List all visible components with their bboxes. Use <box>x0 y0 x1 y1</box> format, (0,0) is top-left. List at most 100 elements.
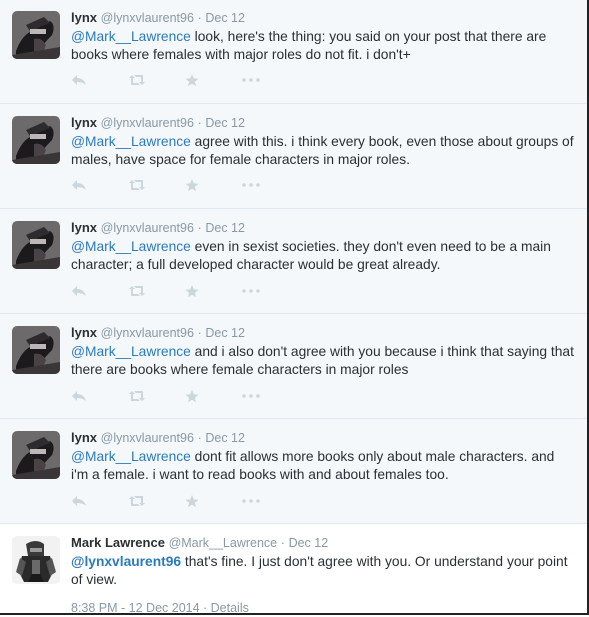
mention-link[interactable]: @Mark__Lawrence <box>71 134 191 149</box>
favorite-button[interactable] <box>185 175 242 195</box>
reply-icon <box>72 180 86 190</box>
tweet-actions <box>71 281 299 301</box>
retweet-button[interactable] <box>128 281 185 301</box>
tweet-timestamp[interactable]: Dec 12 <box>205 431 245 445</box>
reply-icon <box>72 391 86 401</box>
avatar[interactable] <box>12 536 60 584</box>
reply-icon <box>72 75 86 85</box>
reply-button[interactable] <box>71 491 128 511</box>
avatar[interactable] <box>12 116 60 164</box>
separator: · <box>197 326 202 340</box>
retweet-icon <box>129 180 145 190</box>
favorite-star-icon <box>185 284 199 297</box>
masked-figure-avatar <box>12 11 60 59</box>
tweet-timestamp[interactable]: Dec 12 <box>205 326 245 340</box>
author-handle[interactable]: @lynxvlaurent96 <box>101 11 194 25</box>
favorite-star-icon <box>185 178 199 191</box>
more-button[interactable] <box>242 281 299 301</box>
masked-figure-avatar <box>12 431 60 479</box>
tweet-details-timestamp[interactable]: 8:38 PM - 12 Dec 2014 · Details <box>71 601 249 613</box>
reply-button[interactable] <box>71 70 128 90</box>
favorite-star-icon <box>185 494 199 507</box>
author-handle[interactable]: @Mark__Lawrence <box>169 536 278 550</box>
favorite-button[interactable] <box>185 491 242 511</box>
tweet-timestamp[interactable]: Dec 12 <box>205 221 245 235</box>
mention-link[interactable]: @Mark__Lawrence <box>71 29 191 44</box>
armored-figure-avatar <box>12 536 60 584</box>
author-handle[interactable]: @lynxvlaurent96 <box>101 431 194 445</box>
separator: · <box>280 536 285 550</box>
more-options-icon <box>242 78 260 82</box>
more-options-icon <box>242 394 260 398</box>
author-name[interactable]: lynx <box>71 10 97 25</box>
conversation-thread: lynx @lynxvlaurent96 · Dec 12 @Mark__Law… <box>0 0 589 615</box>
mention-link[interactable]: @Mark__Lawrence <box>71 449 191 464</box>
separator: · <box>197 116 202 130</box>
more-options-icon <box>242 499 260 503</box>
masked-figure-avatar <box>12 221 60 269</box>
tweet-text: @Mark__Lawrence agree with this. i think… <box>71 133 575 169</box>
reply-tweet[interactable]: lynx @lynxvlaurent96 · Dec 12 @Mark__Law… <box>0 0 587 104</box>
tweet-actions <box>71 491 299 511</box>
reply-icon <box>72 496 86 506</box>
author-name[interactable]: lynx <box>71 220 97 235</box>
more-button[interactable] <box>242 491 299 511</box>
more-button[interactable] <box>242 175 299 195</box>
separator: · <box>197 431 202 445</box>
author-name[interactable]: lynx <box>71 325 97 340</box>
more-options-icon <box>242 183 260 187</box>
tweet-text: @lynxvlaurent96 that's fine. I just don'… <box>71 553 575 589</box>
favorite-button[interactable] <box>185 281 242 301</box>
avatar[interactable] <box>12 431 60 479</box>
favorite-button[interactable] <box>185 70 242 90</box>
separator: · <box>197 221 202 235</box>
tweet-text: @Mark__Lawrence even in sexist societies… <box>71 238 575 274</box>
retweet-button[interactable] <box>128 175 185 195</box>
author-handle[interactable]: @lynxvlaurent96 <box>101 221 194 235</box>
focused-tweet[interactable]: Mark Lawrence @Mark__Lawrence · Dec 12 @… <box>0 524 587 613</box>
favorite-button[interactable] <box>185 386 242 406</box>
tweet-text: @Mark__Lawrence and i also don't agree w… <box>71 343 575 379</box>
separator: · <box>197 11 202 25</box>
reply-button[interactable] <box>71 175 128 195</box>
avatar[interactable] <box>12 326 60 374</box>
reply-icon <box>72 286 86 296</box>
tweet-actions <box>71 70 299 90</box>
tweet-timestamp[interactable]: Dec 12 <box>205 11 245 25</box>
author-name[interactable]: lynx <box>71 115 97 130</box>
tweet-actions <box>71 175 299 195</box>
author-name[interactable]: lynx <box>71 430 97 445</box>
reply-tweet[interactable]: lynx @lynxvlaurent96 · Dec 12 @Mark__Law… <box>0 209 587 314</box>
retweet-button[interactable] <box>128 70 185 90</box>
avatar[interactable] <box>12 221 60 269</box>
retweet-icon <box>129 391 145 401</box>
tweet-timestamp[interactable]: Dec 12 <box>289 536 329 550</box>
retweet-icon <box>129 286 145 296</box>
reply-tweet[interactable]: lynx @lynxvlaurent96 · Dec 12 @Mark__Law… <box>0 104 587 209</box>
reply-button[interactable] <box>71 281 128 301</box>
masked-figure-avatar <box>12 116 60 164</box>
masked-figure-avatar <box>12 326 60 374</box>
author-handle[interactable]: @lynxvlaurent96 <box>101 116 194 130</box>
reply-tweet[interactable]: lynx @lynxvlaurent96 · Dec 12 @Mark__Law… <box>0 314 587 419</box>
reply-tweet[interactable]: lynx @lynxvlaurent96 · Dec 12 @Mark__Law… <box>0 419 587 524</box>
tweet-text: @Mark__Lawrence dont fit allows more boo… <box>71 448 575 484</box>
more-button[interactable] <box>242 386 299 406</box>
author-handle[interactable]: @lynxvlaurent96 <box>101 326 194 340</box>
tweet-text: @Mark__Lawrence look, here's the thing: … <box>71 28 575 64</box>
retweet-button[interactable] <box>128 491 185 511</box>
tweet-timestamp[interactable]: Dec 12 <box>205 116 245 130</box>
more-button[interactable] <box>242 70 299 90</box>
retweet-icon <box>129 75 145 85</box>
avatar[interactable] <box>12 11 60 59</box>
mention-link[interactable]: @lynxvlaurent96 <box>71 554 181 569</box>
retweet-button[interactable] <box>128 386 185 406</box>
retweet-icon <box>129 496 145 506</box>
mention-link[interactable]: @Mark__Lawrence <box>71 344 191 359</box>
favorite-star-icon <box>185 389 199 402</box>
tweet-actions <box>71 386 299 406</box>
reply-button[interactable] <box>71 386 128 406</box>
favorite-star-icon <box>185 73 199 86</box>
author-name[interactable]: Mark Lawrence <box>71 535 165 550</box>
mention-link[interactable]: @Mark__Lawrence <box>71 239 191 254</box>
